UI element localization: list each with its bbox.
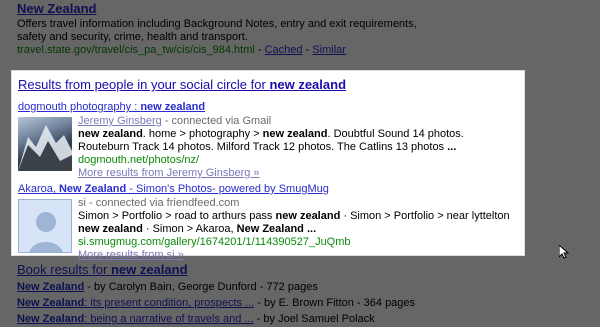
snippet-part: ... — [447, 141, 457, 153]
top-result-url: travel.state.gov/travel/cis_pa_tw/cis/ci… — [17, 44, 255, 56]
social-heading-query: new zealand — [269, 77, 347, 92]
snippet-part: . home > photography > — [142, 128, 263, 140]
default-avatar-icon[interactable] — [18, 199, 72, 253]
book-result-line: New Zealand - by Carolyn Bain, George Du… — [17, 279, 537, 295]
book-title-link[interactable]: New Zealand: being a narrative of travel… — [17, 313, 254, 325]
result-url: si.smugmug.com/gallery/1674201/1/1143905… — [78, 236, 351, 248]
person-name: si — [78, 197, 86, 209]
social-result-item: dogmouth photography : new zealand Jerem… — [18, 101, 518, 179]
book-title-query: New Zealand — [17, 297, 85, 309]
book-result-line: New Zealand: its present condition, pros… — [17, 295, 537, 311]
social-circle-heading-link[interactable]: Results from people in your social circl… — [18, 77, 346, 92]
book-meta: - by E. Brown Fitton - 364 pages — [254, 297, 416, 309]
book-result-line: New Zealand: being a narrative of travel… — [17, 311, 537, 327]
result-title-prefix: Akaroa, — [18, 183, 59, 195]
result-snippet: Simon > Portfolio > road to arthurs pass… — [78, 210, 518, 236]
mouse-cursor-icon — [559, 245, 569, 259]
book-title-query: New Zealand — [17, 281, 85, 293]
top-search-result: New Zealand Offers travel information in… — [17, 1, 437, 57]
connection-text: - connected via friendfeed.com — [85, 197, 240, 209]
separator: - — [254, 44, 265, 56]
book-title-rest: : being a narrative of travels and ... — [84, 313, 254, 325]
social-result-item: Akaroa, New Zealand - Simon's Photos- po… — [18, 183, 518, 261]
heading-query: new zealand — [110, 262, 188, 277]
book-results-section: Book results for new zealand New Zealand… — [17, 262, 537, 327]
social-heading-prefix: Results from people in your social circl… — [18, 77, 270, 92]
snippet-part: new zealand — [78, 223, 143, 235]
result-title-prefix: dogmouth photography : — [18, 101, 141, 113]
heading-prefix: Book results for — [17, 262, 111, 277]
result-url: dogmouth.net/photos/nz/ — [78, 154, 200, 166]
mountain-photo-icon[interactable] — [18, 117, 72, 171]
separator: - — [302, 44, 313, 56]
book-meta: - by Carolyn Bain, George Dunford - 772 … — [84, 281, 318, 293]
snippet-part: new zealand — [262, 128, 328, 140]
cached-link[interactable]: Cached — [265, 44, 303, 56]
person-link[interactable]: Jeremy Ginsberg — [78, 115, 162, 127]
result-title-query: New Zealand — [58, 183, 127, 195]
snippet-part: Simon > Portfolio > road to arthurs pass — [78, 210, 276, 222]
social-circle-results-panel: Results from people in your social circl… — [11, 70, 525, 261]
more-results-link[interactable]: More results from Jeremy Ginsberg » — [78, 167, 260, 179]
top-result-title-link[interactable]: New Zealand — [17, 1, 96, 16]
snippet-part: · Simon > Portfolio > near lyttelton — [340, 210, 510, 222]
snippet-part: new zealand — [275, 210, 341, 222]
book-results-heading-link[interactable]: Book results for new zealand — [17, 262, 188, 277]
social-result-title-link[interactable]: Akaroa, New Zealand - Simon's Photos- po… — [18, 183, 518, 196]
social-result-body: Jeremy Ginsberg - connected via Gmail ne… — [78, 115, 518, 180]
result-title-query: new zealand — [140, 101, 206, 113]
snippet-part: ... — [303, 223, 317, 235]
similar-link[interactable]: Similar — [312, 44, 346, 56]
top-result-snippet: Offers travel information including Back… — [17, 18, 417, 43]
result-title-suffix: - Simon's Photos- powered by SmugMug — [126, 183, 329, 195]
top-result-url-line: travel.state.gov/travel/cis_pa_tw/cis/ci… — [17, 44, 437, 57]
book-title-link[interactable]: New Zealand — [17, 281, 84, 293]
snippet-part: New Zealand — [236, 223, 304, 235]
book-title-rest: : its present condition, prospects ... — [84, 297, 255, 309]
result-snippet: new zealand. home > photography > new ze… — [78, 128, 518, 154]
snippet-part: new zealand — [78, 128, 143, 140]
more-results-link[interactable]: More results from si » — [78, 249, 184, 261]
snippet-part: · Simon > Akaroa, — [142, 223, 237, 235]
social-result-body: si - connected via friendfeed.com Simon … — [78, 197, 518, 262]
connection-text: - connected via Gmail — [161, 115, 272, 127]
book-meta: - by Joel Samuel Polack — [253, 313, 375, 325]
social-result-title-link[interactable]: dogmouth photography : new zealand — [18, 101, 518, 114]
book-title-link[interactable]: New Zealand: its present condition, pros… — [17, 297, 254, 309]
book-title-query: New Zealand — [17, 313, 85, 325]
